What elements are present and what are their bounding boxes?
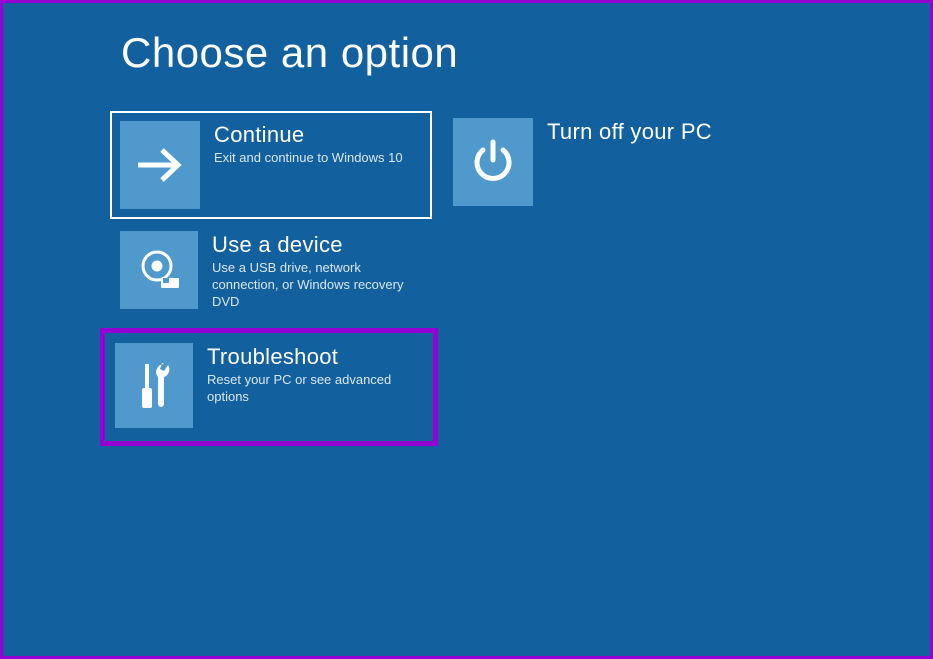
option-turn-off-pc-text: Turn off your PC: [547, 118, 712, 144]
option-use-device-text: Use a device Use a USB drive, network co…: [212, 231, 422, 311]
option-continue-desc: Exit and continue to Windows 10: [214, 150, 403, 167]
option-continue[interactable]: Continue Exit and continue to Windows 10: [110, 111, 432, 219]
option-troubleshoot-desc: Reset your PC or see advanced options: [207, 372, 417, 406]
option-use-device-title: Use a device: [212, 233, 422, 257]
option-continue-text: Continue Exit and continue to Windows 10: [214, 121, 403, 167]
option-continue-title: Continue: [214, 123, 403, 147]
option-use-device-desc: Use a USB drive, network connection, or …: [212, 260, 422, 311]
option-troubleshoot-text: Troubleshoot Reset your PC or see advanc…: [207, 343, 417, 406]
disc-device-icon: [120, 231, 198, 309]
option-turn-off-pc-title: Turn off your PC: [547, 120, 712, 144]
option-troubleshoot-highlight: Troubleshoot Reset your PC or see advanc…: [100, 328, 438, 446]
page-title: Choose an option: [121, 29, 458, 77]
option-use-device[interactable]: Use a device Use a USB drive, network co…: [110, 231, 432, 316]
tools-icon: [115, 343, 193, 428]
option-turn-off-pc[interactable]: Turn off your PC: [453, 118, 712, 206]
power-icon: [453, 118, 533, 206]
option-troubleshoot[interactable]: Troubleshoot Reset your PC or see advanc…: [115, 343, 423, 428]
options-list: Continue Exit and continue to Windows 10…: [110, 111, 438, 446]
option-troubleshoot-title: Troubleshoot: [207, 345, 417, 369]
arrow-right-icon: [120, 121, 200, 209]
